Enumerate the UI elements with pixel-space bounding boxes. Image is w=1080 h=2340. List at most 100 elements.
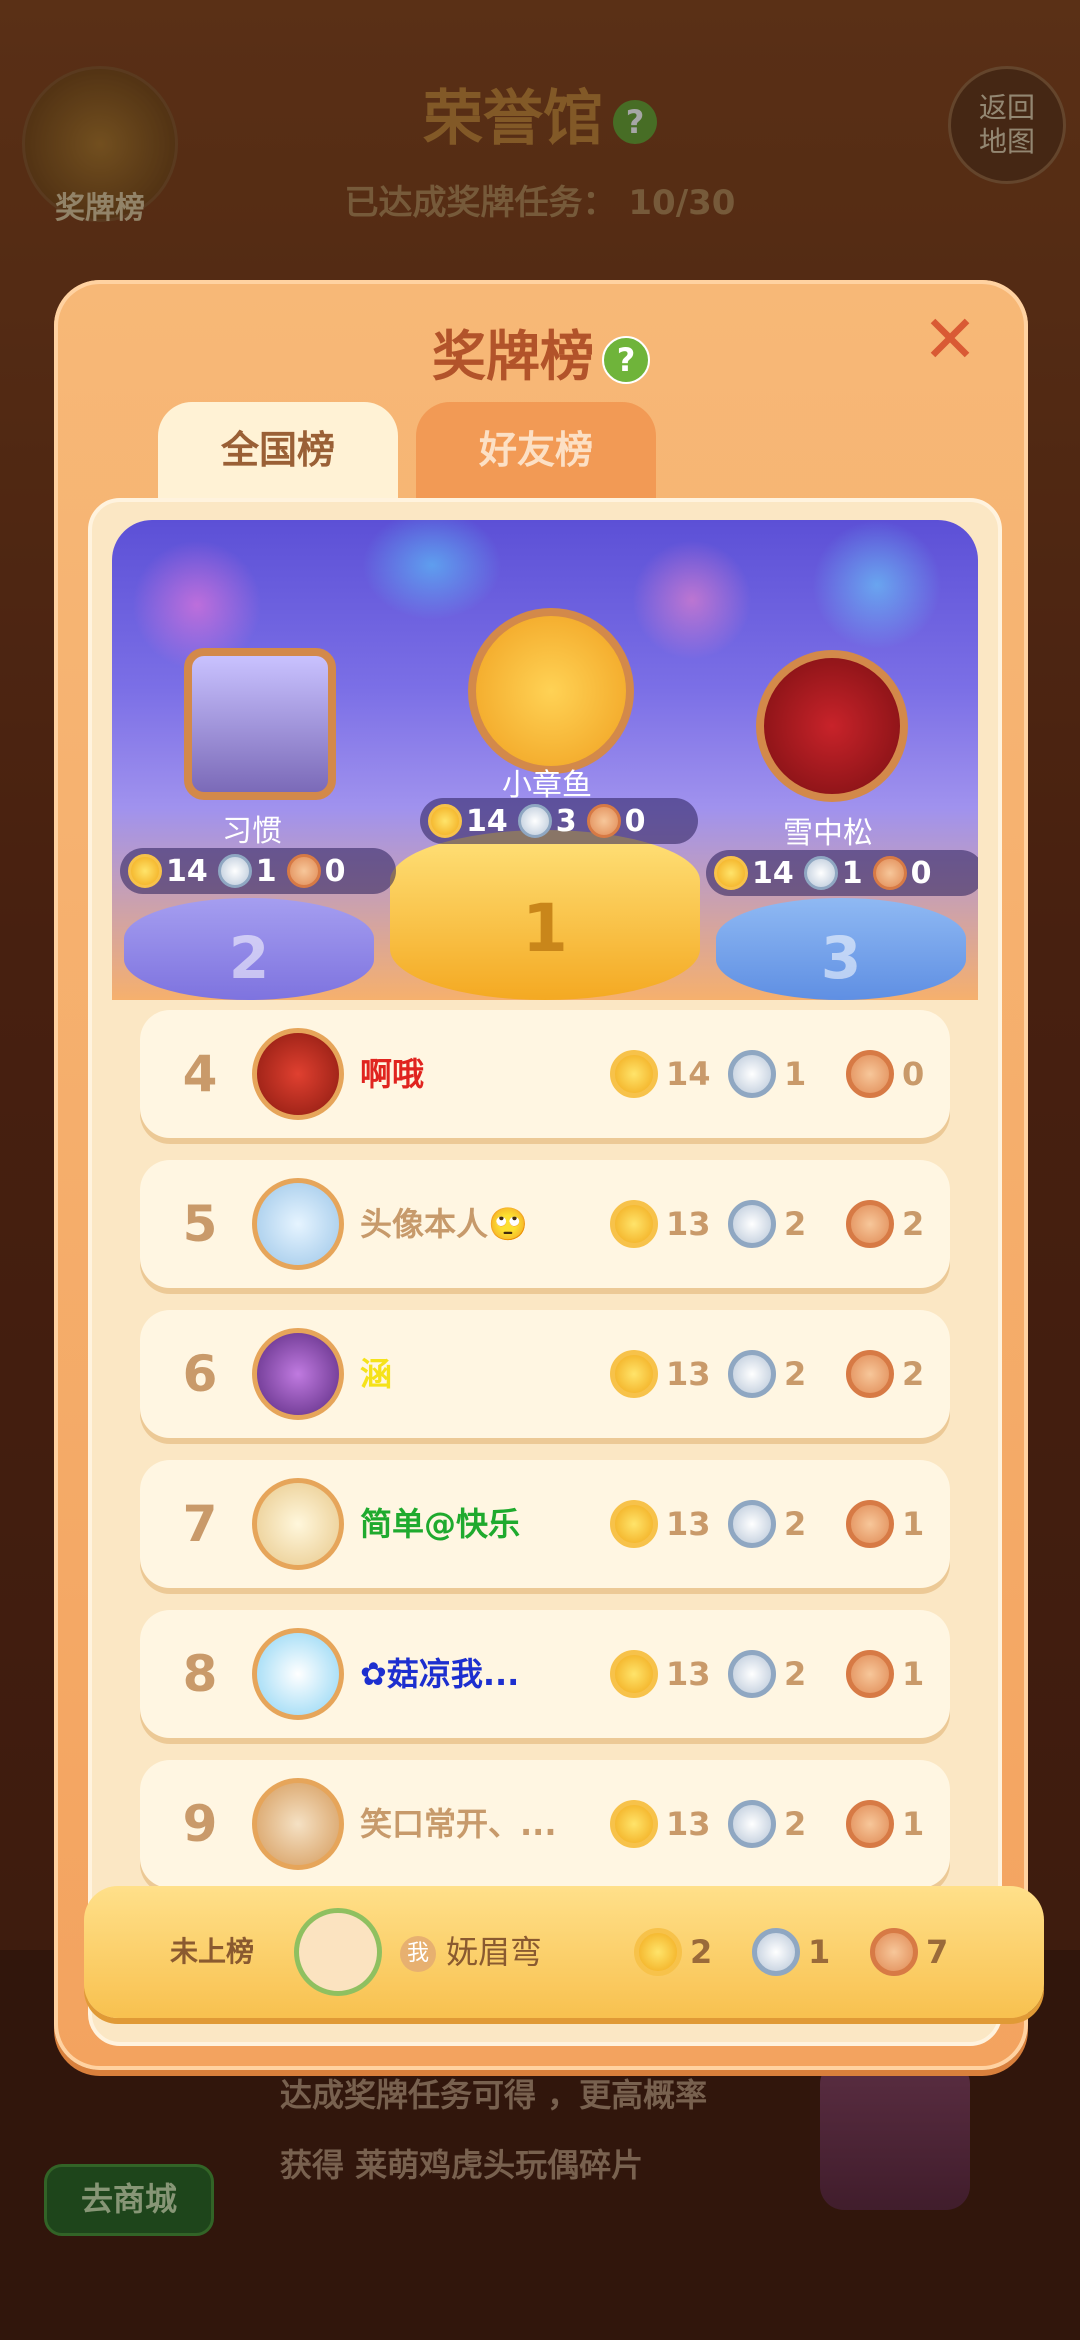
avatar[interactable]	[756, 650, 908, 802]
table-row[interactable]: 5 头像本人🙄 13 2 2	[140, 1160, 950, 1288]
silver-count: 2	[784, 1355, 807, 1393]
player-name: 头像本人🙄	[360, 1205, 528, 1243]
gold-medal-icon	[128, 854, 162, 888]
gold-count: 13	[666, 1205, 711, 1243]
avatar[interactable]	[252, 1028, 344, 1120]
modal-title: 奖牌榜?	[54, 312, 1028, 391]
podium-third: 3	[716, 898, 966, 1000]
bronze-count: 1	[902, 1655, 925, 1693]
medal-stats: 13 2 2	[610, 1160, 964, 1288]
player-name: 笑口常开、...	[360, 1805, 557, 1843]
avatar[interactable]	[294, 1908, 382, 1996]
tab-national[interactable]: 全国榜	[158, 402, 398, 512]
podium-stats-3: 14 1 0	[706, 850, 978, 896]
rank-number: 7	[182, 1495, 218, 1553]
avatar[interactable]	[252, 1628, 344, 1720]
podium-second: 2	[124, 898, 374, 1000]
medal-leaderboard-modal: 奖牌榜? ✕ 好友榜 全国榜 2 3 1 习惯 小章鱼 雪中松 14 1 0 1…	[54, 280, 1044, 2070]
table-row[interactable]: 4 啊哦 14 1 0	[140, 1010, 950, 1138]
podium-rank-1: 1	[522, 890, 568, 967]
silver-medal-icon	[517, 804, 552, 838]
gold-count: 14	[166, 853, 208, 889]
bronze-medal-icon	[846, 1800, 894, 1848]
bronze-medal-icon	[586, 804, 621, 838]
bronze-medal-icon	[846, 1050, 894, 1098]
silver-medal-icon	[803, 856, 838, 890]
podium-name-3: 雪中松	[783, 816, 873, 851]
silver-medal-icon	[728, 1800, 776, 1848]
podium-rank-2: 2	[228, 924, 270, 992]
avatar[interactable]	[184, 648, 336, 800]
bronze-medal-icon	[870, 1928, 918, 1976]
help-icon[interactable]: ?	[602, 336, 650, 385]
podium-name-2: 习惯	[222, 814, 282, 849]
silver-count: 2	[784, 1805, 807, 1843]
bronze-count: 7	[926, 1933, 949, 1971]
bronze-count: 1	[902, 1805, 925, 1843]
avatar[interactable]	[252, 1778, 344, 1870]
rank-number: 8	[182, 1645, 218, 1703]
bronze-medal-icon	[846, 1500, 894, 1548]
my-rank-row[interactable]: 未上榜 我 妩眉弯 2 1 7	[84, 1886, 1044, 2018]
rank-number: 9	[182, 1795, 218, 1853]
modal-title-text: 奖牌榜	[432, 325, 594, 388]
avatar[interactable]	[252, 1478, 344, 1570]
avatar[interactable]	[252, 1328, 344, 1420]
medal-stats: 14 1 0	[610, 1010, 964, 1138]
tab-friends[interactable]: 好友榜	[416, 402, 656, 512]
gold-count: 14	[466, 803, 508, 839]
avatar[interactable]	[252, 1178, 344, 1270]
close-icon[interactable]: ✕	[920, 307, 980, 373]
podium-stats-1: 14 3 0	[420, 798, 698, 844]
podium-rank-3: 3	[820, 924, 862, 992]
me-badge: 我	[400, 1936, 436, 1972]
silver-medal-icon	[752, 1928, 800, 1976]
silver-count: 2	[784, 1655, 807, 1693]
player-name: 简单@快乐	[360, 1505, 521, 1543]
gold-count: 14	[752, 855, 794, 891]
silver-medal-icon	[728, 1650, 776, 1698]
gold-medal-icon	[610, 1500, 658, 1548]
silver-count: 1	[808, 1933, 831, 1971]
silver-count: 1	[255, 853, 277, 889]
gold-count: 13	[666, 1805, 711, 1843]
medal-stats: 13 2 2	[610, 1310, 964, 1438]
gold-count: 13	[666, 1505, 711, 1543]
bronze-medal-icon	[872, 856, 907, 890]
player-name: 涵	[360, 1355, 393, 1393]
bronze-medal-icon	[846, 1350, 894, 1398]
my-medal-stats: 2 1 7	[634, 1886, 988, 2018]
gold-medal-icon	[610, 1650, 658, 1698]
medal-stats: 13 2 1	[610, 1610, 964, 1738]
silver-count: 2	[784, 1205, 807, 1243]
bronze-medal-icon	[846, 1650, 894, 1698]
gold-medal-icon	[610, 1050, 658, 1098]
bronze-count: 2	[902, 1205, 925, 1243]
gold-count: 14	[666, 1055, 711, 1093]
gold-count: 13	[666, 1655, 711, 1693]
bronze-count: 0	[902, 1055, 925, 1093]
bronze-medal-icon	[286, 854, 321, 888]
medal-stats: 13 2 1	[610, 1760, 964, 1888]
player-name: ✿菇凉我...	[360, 1655, 520, 1693]
rank-number: 6	[182, 1345, 218, 1403]
rank-number: 4	[182, 1045, 218, 1103]
silver-count: 2	[784, 1505, 807, 1543]
avatar[interactable]	[468, 608, 634, 774]
silver-medal-icon	[217, 854, 252, 888]
firework-decoration	[632, 540, 752, 660]
gold-medal-icon	[610, 1350, 658, 1398]
table-row[interactable]: 9 笑口常开、... 13 2 1	[140, 1760, 950, 1888]
table-row[interactable]: 6 涵 13 2 2	[140, 1310, 950, 1438]
my-rank-label: 未上榜	[170, 1935, 255, 1968]
rank-number: 5	[182, 1195, 218, 1253]
silver-count: 1	[841, 855, 863, 891]
table-row[interactable]: 8 ✿菇凉我... 13 2 1	[140, 1610, 950, 1738]
table-row[interactable]: 7 简单@快乐 13 2 1	[140, 1460, 950, 1588]
player-name: 啊哦	[360, 1055, 425, 1093]
bronze-count: 0	[910, 855, 932, 891]
silver-medal-icon	[728, 1500, 776, 1548]
bronze-count: 2	[902, 1355, 925, 1393]
gold-count: 2	[690, 1933, 713, 1971]
gold-medal-icon	[714, 856, 748, 890]
